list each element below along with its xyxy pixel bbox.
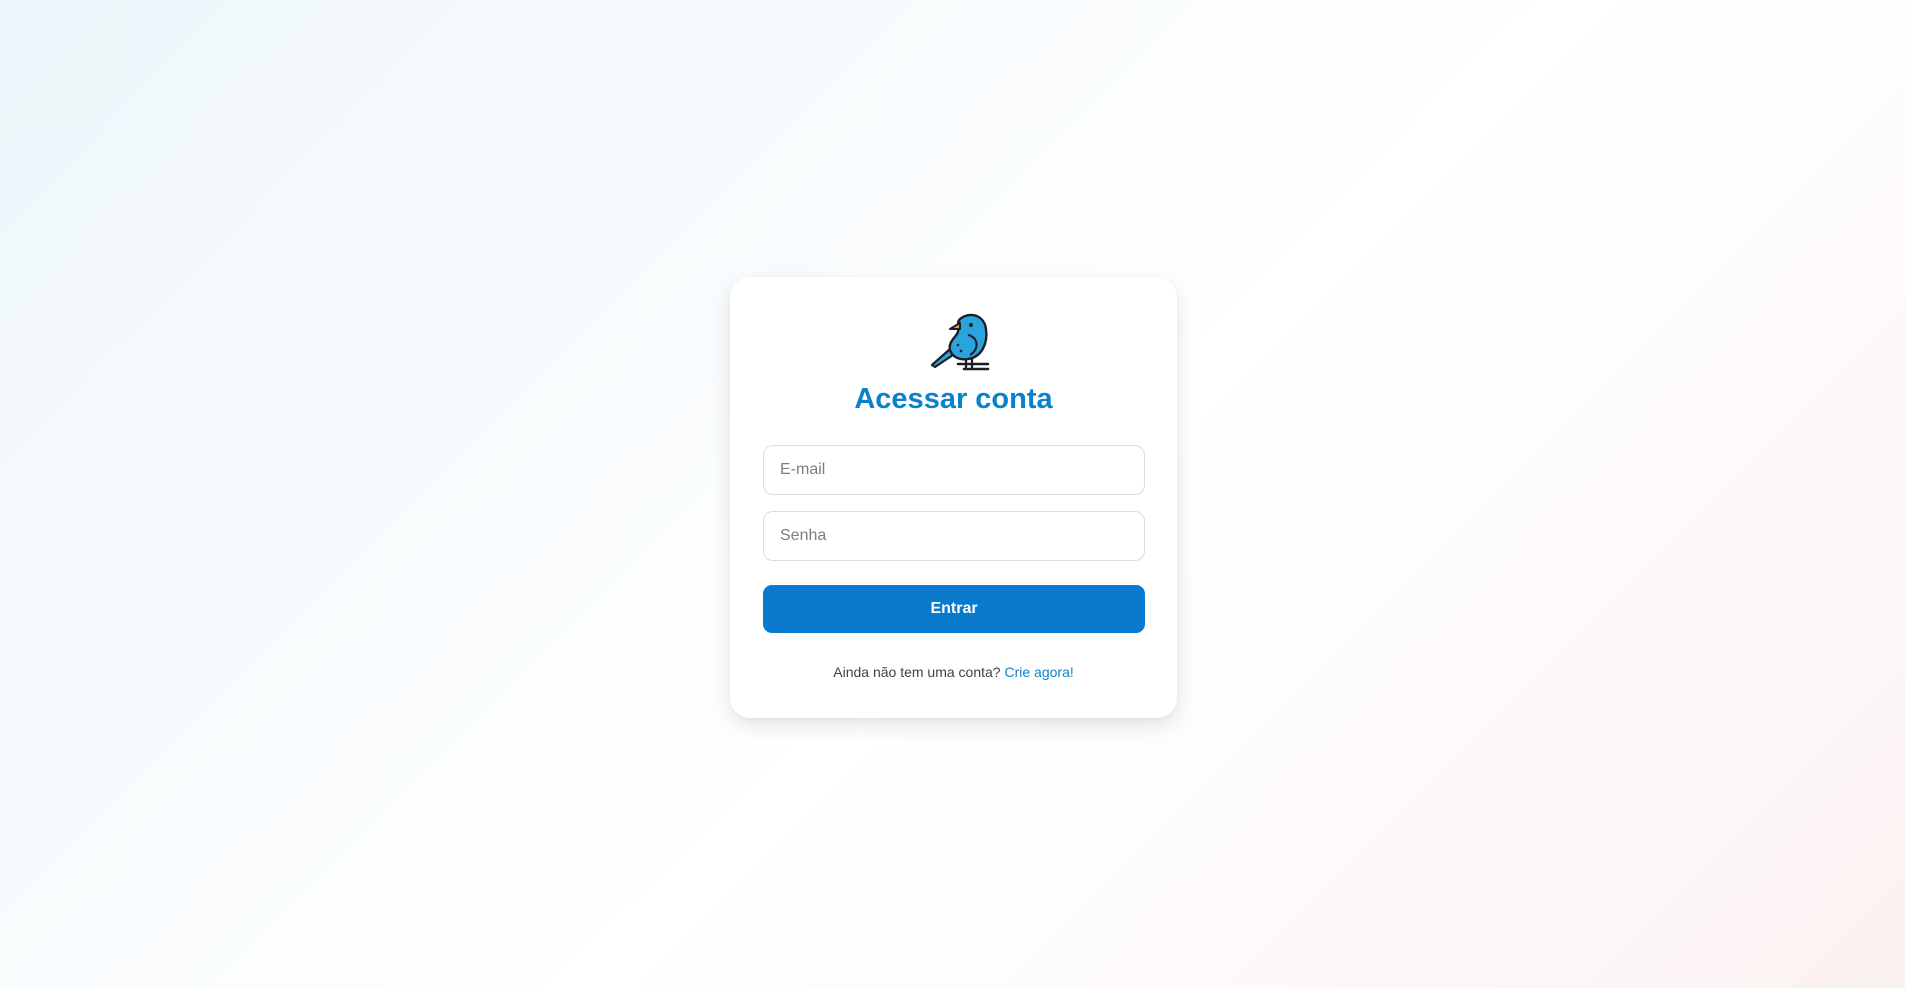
email-field[interactable]	[763, 445, 1145, 495]
login-card: Acessar conta Entrar Ainda não tem uma c…	[730, 277, 1177, 718]
signup-prompt-text: Ainda não tem uma conta?	[833, 664, 1001, 680]
password-field[interactable]	[763, 511, 1145, 561]
signup-prompt: Ainda não tem uma conta? Crie agora!	[730, 664, 1177, 680]
page-title: Acessar conta	[854, 383, 1053, 415]
bird-logo-icon	[930, 313, 990, 371]
login-button[interactable]: Entrar	[763, 585, 1145, 633]
signup-link[interactable]: Crie agora!	[1004, 664, 1073, 680]
